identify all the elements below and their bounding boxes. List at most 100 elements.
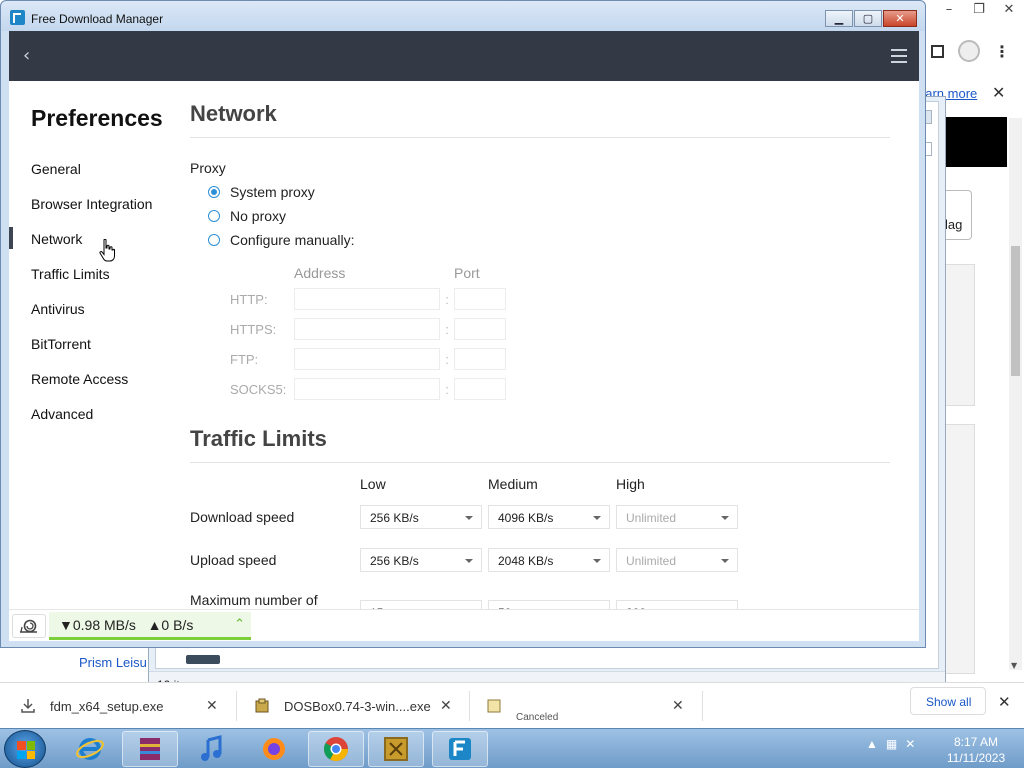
volume-muted-icon[interactable]: ✕	[905, 737, 915, 751]
download-filename: DOSBox0.74-3-win....exe	[284, 698, 431, 714]
dosbox-icon[interactable]	[368, 731, 424, 767]
browser-toolbar-icons: ⋮	[931, 40, 1010, 62]
nav-item-antivirus[interactable]: Antivirus	[9, 291, 179, 326]
nav-item-browser-integration[interactable]: Browser Integration	[9, 186, 179, 221]
address-header: Address	[294, 265, 346, 281]
chrome-icon[interactable]	[308, 731, 364, 767]
prism-link[interactable]: Prism Leisu	[79, 655, 147, 670]
dismiss-icon[interactable]: ✕	[206, 698, 218, 714]
column-header-high: High	[616, 476, 645, 492]
colon-separator: :	[445, 351, 449, 367]
clock-time: 8:17 AM	[953, 735, 999, 749]
chevron-down-icon	[593, 558, 601, 563]
select-value: Unlimited	[626, 510, 677, 525]
nav-item-general[interactable]: General	[9, 151, 179, 186]
start-button[interactable]	[4, 730, 46, 768]
socks5-port-input[interactable]	[454, 378, 506, 400]
nav-item-network[interactable]: Network	[9, 221, 179, 256]
close-icon[interactable]: ✕	[994, 0, 1024, 18]
drive-icon[interactable]	[186, 655, 220, 664]
fdm-app-icon	[10, 10, 25, 25]
clock-date: 11/11/2023	[946, 751, 1006, 765]
divider	[702, 691, 703, 721]
sidebar-toggle-icon[interactable]	[931, 44, 944, 58]
restore-icon[interactable]: ❐	[964, 0, 994, 18]
select-value: 2048 KB/s	[498, 553, 554, 568]
nav-label: Browser Integration	[31, 195, 153, 212]
firefox-icon[interactable]	[246, 731, 302, 767]
radio-button[interactable]	[208, 186, 220, 198]
browser-scrollbar[interactable]: ▼	[1009, 118, 1022, 670]
nav-item-advanced[interactable]: Advanced	[9, 396, 179, 431]
dark-thumbnail	[945, 117, 1007, 167]
download-file-icon	[21, 699, 35, 713]
more-menu-icon[interactable]: ⋮	[994, 42, 1010, 61]
back-arrow-icon[interactable]: ‹	[23, 45, 30, 66]
nav-label: Remote Access	[31, 370, 129, 387]
nav-label: Advanced	[31, 405, 94, 422]
snail-mode-icon[interactable]	[12, 614, 46, 638]
network-icon[interactable]: ▦	[886, 737, 897, 751]
close-button[interactable]: ✕	[883, 10, 917, 27]
show-hidden-icons-icon[interactable]: ▲	[866, 737, 878, 751]
https-address-input[interactable]	[294, 318, 440, 340]
hamburger-menu-icon[interactable]	[891, 49, 907, 67]
nav-item-bittorrent[interactable]: BitTorrent	[9, 326, 179, 361]
radio-configure-manually[interactable]: Configure manually:	[208, 228, 890, 252]
maximize-button[interactable]: ▢	[854, 10, 882, 27]
download-item[interactable]: fdm_x64_setup.exe ✕	[20, 683, 218, 729]
column-header-medium: Medium	[488, 476, 538, 492]
select-value: 256 KB/s	[370, 510, 419, 525]
free-download-manager-icon[interactable]	[432, 731, 488, 767]
radio-button[interactable]	[208, 234, 220, 246]
chevron-down-icon	[465, 515, 473, 520]
radio-label: Configure manually:	[230, 232, 355, 248]
ftp-address-input[interactable]	[294, 348, 440, 370]
close-banner-icon[interactable]: ✕	[992, 83, 1005, 102]
http-port-input[interactable]	[454, 288, 506, 310]
proxy-row-ftp: FTP: :	[230, 344, 890, 374]
close-downloads-bar-icon[interactable]: ✕	[998, 693, 1011, 711]
download-medium-select[interactable]: 4096 KB/s	[488, 504, 610, 529]
chevron-down-icon	[593, 515, 601, 520]
profile-avatar[interactable]	[958, 40, 980, 62]
minimize-icon[interactable]: –	[934, 0, 964, 18]
page-title: Preferences	[31, 105, 163, 131]
file-icon	[487, 699, 501, 713]
radio-system-proxy[interactable]: System proxy	[208, 180, 890, 204]
download-status: Canceled	[516, 711, 559, 723]
download-low-select[interactable]: 256 KB/s	[360, 504, 482, 529]
download-high-select[interactable]: Unlimited	[616, 504, 738, 529]
radio-button[interactable]	[208, 210, 220, 222]
chevron-down-icon	[465, 558, 473, 563]
title-bar[interactable]: Free Download Manager ▁ ▢ ✕	[1, 1, 925, 31]
music-app-icon[interactable]	[184, 731, 240, 767]
clock[interactable]: 8:17 AM 11/11/2023	[936, 734, 1016, 766]
nav-item-traffic-limits[interactable]: Traffic Limits	[9, 256, 179, 291]
archive-app-icon[interactable]	[122, 731, 178, 767]
socks5-address-input[interactable]	[294, 378, 440, 400]
ftp-port-input[interactable]	[454, 348, 506, 370]
scroll-down-icon[interactable]: ▼	[1011, 661, 1017, 670]
http-address-input[interactable]	[294, 288, 440, 310]
upload-high-select[interactable]: Unlimited	[616, 547, 738, 572]
colon-separator: :	[445, 381, 449, 397]
dismiss-icon[interactable]: ✕	[440, 698, 452, 714]
chevron-up-icon[interactable]: ⌃	[234, 617, 245, 632]
scrollbar-thumb[interactable]	[1011, 246, 1020, 376]
radio-no-proxy[interactable]: No proxy	[208, 204, 890, 228]
https-port-input[interactable]	[454, 318, 506, 340]
show-all-button[interactable]: Show all	[910, 687, 986, 715]
download-item[interactable]: Canceled ✕	[486, 683, 684, 729]
traffic-limits-header: Low Medium High	[190, 473, 890, 495]
dismiss-icon[interactable]: ✕	[672, 698, 684, 714]
upload-medium-select[interactable]: 2048 KB/s	[488, 547, 610, 572]
radio-label: No proxy	[230, 208, 287, 224]
nav-item-remote-access[interactable]: Remote Access	[9, 361, 179, 396]
minimize-button[interactable]: ▁	[825, 10, 853, 27]
upload-low-select[interactable]: 256 KB/s	[360, 547, 482, 572]
internet-explorer-icon[interactable]	[62, 731, 118, 767]
speed-indicator[interactable]: ▼0.98 MB/s ▲0 B/s ⌃	[49, 612, 251, 640]
section-title-traffic-limits: Traffic Limits	[190, 426, 890, 463]
download-item[interactable]: DOSBox0.74-3-win....exe ✕	[254, 683, 452, 729]
